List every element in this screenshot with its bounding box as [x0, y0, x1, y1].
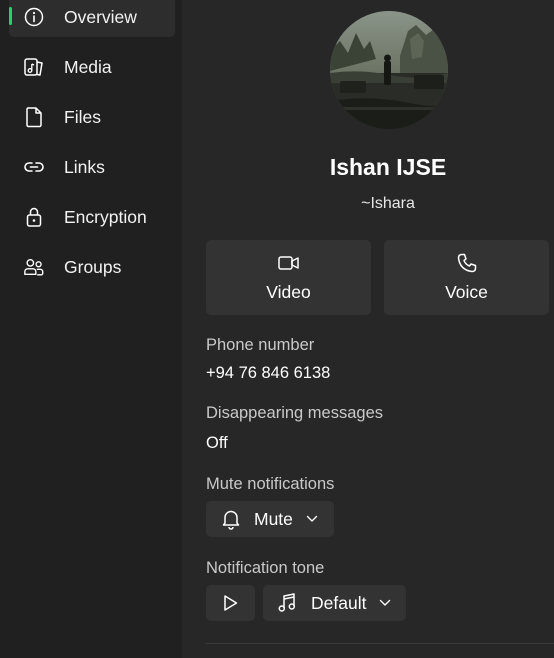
mute-label: Mute — [254, 508, 293, 529]
sidebar-item-encryption[interactable]: Encryption — [9, 197, 175, 237]
mute-notifications-label: Mute notifications — [206, 475, 335, 493]
video-call-button[interactable]: Video — [206, 240, 371, 315]
voice-call-button[interactable]: Voice — [384, 240, 549, 315]
music-note-icon — [277, 592, 297, 614]
voice-call-label: Voice — [445, 282, 488, 302]
chevron-down-icon — [379, 599, 391, 607]
phone-icon — [384, 252, 549, 274]
lock-icon — [23, 206, 45, 228]
video-camera-icon — [206, 252, 371, 274]
phone-number-value[interactable]: +94 76 846 6138 — [206, 364, 330, 383]
sidebar-item-label: Links — [64, 156, 105, 177]
phone-number-label: Phone number — [206, 336, 315, 354]
sidebar-item-files[interactable]: Files — [9, 97, 175, 137]
notification-tone-select[interactable]: Default — [263, 585, 406, 621]
disappearing-messages-label: Disappearing messages — [206, 404, 384, 422]
sidebar-item-groups[interactable]: Groups — [9, 247, 175, 287]
contact-pushname: ~Ishara — [361, 195, 415, 212]
link-icon — [23, 156, 45, 178]
chevron-down-icon — [306, 515, 318, 523]
sidebar-item-label: Groups — [64, 256, 122, 277]
sidebar: Overview Media Files Links Encryption Gr… — [0, 0, 182, 658]
contact-info-panel: Ishan IJSE ~Ishara Video Voice Phone num… — [182, 0, 554, 658]
sidebar-item-label: Overview — [64, 6, 137, 27]
groups-icon — [23, 256, 45, 278]
sidebar-item-links[interactable]: Links — [9, 147, 175, 187]
sidebar-item-overview[interactable]: Overview — [9, 0, 175, 37]
sidebar-item-label: Media — [64, 56, 112, 77]
play-icon — [220, 593, 240, 613]
sidebar-item-media[interactable]: Media — [9, 47, 175, 87]
bell-icon — [220, 508, 242, 530]
contact-name: Ishan IJSE — [329, 154, 447, 180]
disappearing-messages-value[interactable]: Off — [206, 434, 228, 453]
sidebar-item-label: Files — [64, 106, 101, 127]
avatar[interactable] — [330, 11, 448, 129]
active-indicator — [9, 7, 12, 25]
info-icon — [23, 6, 45, 28]
mute-dropdown[interactable]: Mute — [206, 501, 334, 537]
file-icon — [23, 106, 45, 128]
divider — [206, 643, 554, 644]
notification-tone-label: Notification tone — [206, 559, 325, 577]
play-tone-button[interactable] — [206, 585, 255, 621]
sidebar-item-label: Encryption — [64, 206, 147, 227]
tone-value: Default — [311, 592, 367, 613]
media-icon — [23, 56, 45, 78]
video-call-label: Video — [266, 282, 311, 302]
